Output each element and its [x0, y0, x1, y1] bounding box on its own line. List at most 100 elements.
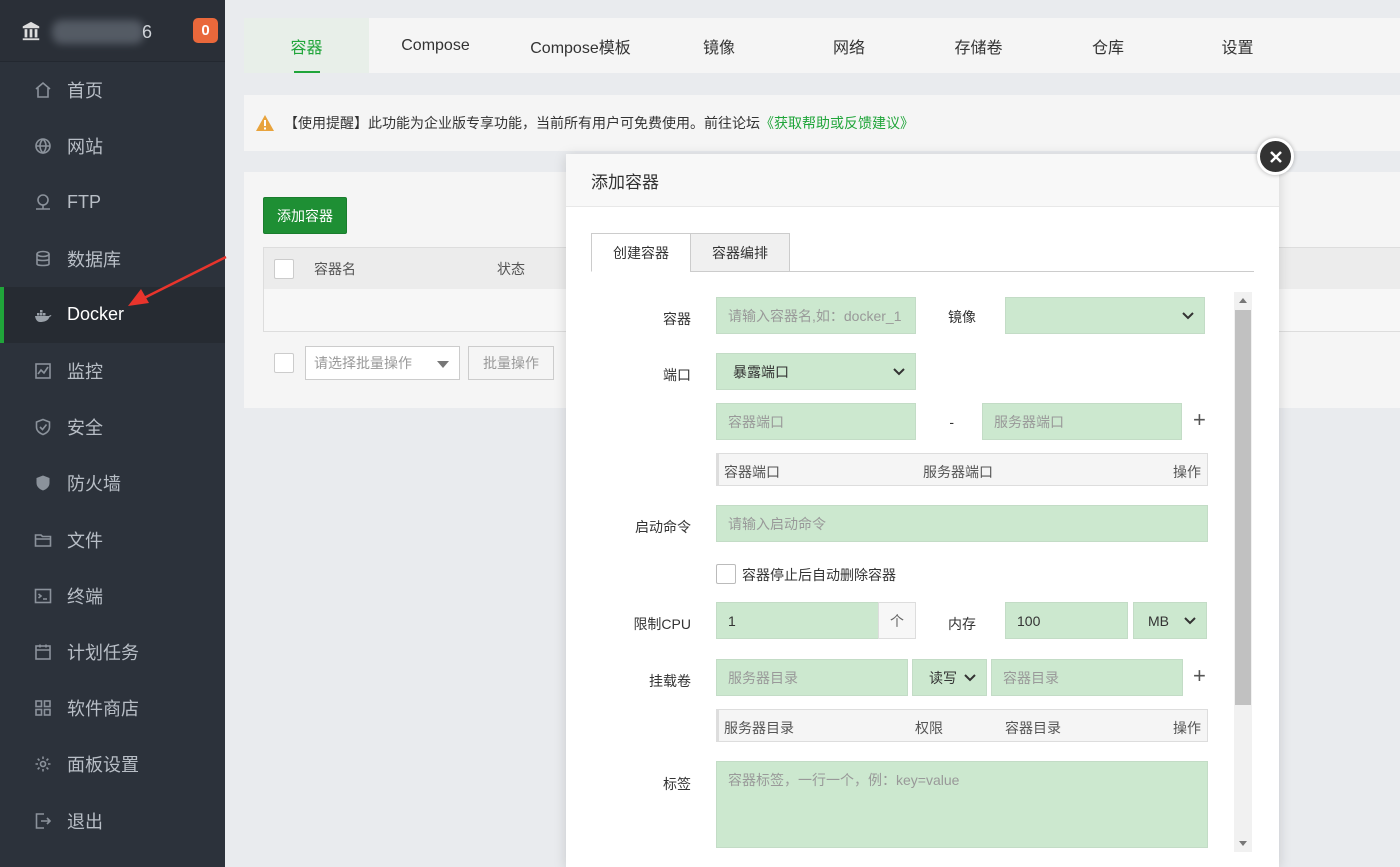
memory-label: 内存: [948, 616, 976, 632]
port-mode-select[interactable]: 暴露端口: [716, 353, 916, 390]
auto-remove-label: 容器停止后自动删除容器: [742, 567, 896, 583]
batch-bar: 请选择批量操作 批量操作: [274, 346, 554, 380]
sidebar-item-settings[interactable]: 面板设置: [0, 736, 225, 792]
permission-select[interactable]: 读写: [912, 659, 987, 696]
sidebar-item-label: 数据库: [67, 249, 121, 270]
calendar-icon: [35, 644, 51, 660]
sidebar-item-website[interactable]: 网站: [0, 118, 225, 174]
version-text: 6: [142, 22, 153, 42]
cpu-input[interactable]: 1: [716, 602, 879, 639]
usage-notice: 【使用提醒】此功能为企业版专享功能，当前所有用户可免费使用。前往论坛 《获取帮助…: [244, 95, 1400, 151]
scroll-down-arrow[interactable]: [1239, 841, 1247, 846]
tab-settings[interactable]: 设置: [1178, 18, 1297, 73]
tab-containers[interactable]: 容器: [244, 18, 369, 73]
sidebar-item-label: 监控: [67, 362, 103, 383]
sidebar-item-database[interactable]: 数据库: [0, 231, 225, 287]
sidebar-item-home[interactable]: 首页: [0, 62, 225, 118]
sidebar-item-monitor[interactable]: 监控: [0, 343, 225, 399]
dialog-title: 添加容器: [566, 154, 1279, 207]
terminal-icon: [34, 588, 52, 604]
sidebar-item-label: FTP: [67, 191, 101, 212]
sidebar-item-label: Docker: [67, 304, 125, 325]
sidebar-item-label: 文件: [67, 530, 103, 551]
tag-textarea[interactable]: 容器标签，一行一个，例：key=value: [716, 761, 1208, 848]
add-port-button[interactable]: +: [1193, 409, 1206, 431]
mount-table-header: 服务器目录 权限 容器目录 操作: [716, 709, 1208, 742]
command-label: 启动命令: [635, 519, 691, 535]
brand-header: 6 0: [0, 0, 225, 62]
sidebar-nav: 首页 网站 FTP 数据库 Docker 监控 安全 防火墙 文件 终端 计划任…: [0, 62, 225, 849]
sidebar-item-label: 面板设置: [67, 755, 139, 776]
port-label: 端口: [663, 367, 691, 383]
scroll-up-arrow[interactable]: [1239, 298, 1247, 303]
sidebar-item-terminal[interactable]: 终端: [0, 568, 225, 624]
column-status[interactable]: 状态: [497, 259, 525, 279]
port-mode-value: 暴露端口: [733, 363, 789, 380]
monitor-icon: [35, 363, 51, 379]
panel-logo-icon: [20, 20, 42, 42]
tab-create-container[interactable]: 创建容器: [591, 233, 691, 272]
sidebar-item-firewall[interactable]: 防火墙: [0, 455, 225, 511]
notification-badge[interactable]: 0: [193, 18, 218, 43]
dialog-scrollbar[interactable]: [1234, 292, 1252, 852]
tab-container-orchestration[interactable]: 容器编排: [690, 233, 790, 272]
tab-images[interactable]: 镜像: [659, 18, 779, 73]
mount-table-col-action: 操作: [1173, 720, 1201, 736]
folder-icon: [34, 533, 52, 547]
sidebar-item-docker[interactable]: Docker: [0, 286, 225, 344]
auto-remove-checkbox[interactable]: [716, 564, 736, 584]
mount-table-col-container: 容器目录: [1005, 720, 1061, 736]
tab-compose-template[interactable]: Compose模板: [502, 18, 659, 73]
server-port-input[interactable]: 服务器端口: [982, 403, 1182, 440]
sidebar-item-ftp[interactable]: FTP: [0, 174, 225, 230]
port-table-col-server: 服务器端口: [923, 464, 993, 480]
logout-icon: [35, 812, 52, 829]
image-select[interactable]: [1005, 297, 1205, 334]
close-dialog-button[interactable]: [1257, 138, 1294, 175]
sidebar-item-label: 计划任务: [67, 642, 139, 663]
tab-registry[interactable]: 仓库: [1038, 18, 1178, 73]
column-container-name[interactable]: 容器名: [314, 259, 356, 279]
globe-icon: [35, 138, 51, 155]
sidebar-item-label: 退出: [67, 811, 103, 832]
memory-unit-value: MB: [1148, 612, 1169, 629]
batch-operation-button[interactable]: 批量操作: [468, 346, 554, 380]
tab-volumes[interactable]: 存储卷: [919, 18, 1038, 73]
database-icon: [36, 250, 50, 266]
container-name-input[interactable]: 请输入容器名,如：docker_1: [716, 297, 916, 334]
memory-unit-select[interactable]: MB: [1133, 602, 1207, 639]
add-container-dialog: 添加容器 创建容器 容器编排 容器 请输入容器名,如：docker_1 镜像 端…: [566, 154, 1279, 867]
command-input[interactable]: 请输入启动命令: [716, 505, 1208, 542]
sidebar-item-files[interactable]: 文件: [0, 512, 225, 568]
memory-input[interactable]: 100: [1005, 602, 1128, 639]
batch-select-checkbox[interactable]: [274, 353, 294, 373]
select-all-checkbox[interactable]: [274, 258, 294, 279]
sidebar-item-logout[interactable]: 退出: [0, 792, 225, 848]
tag-label: 标签: [663, 776, 691, 792]
chevron-down-icon: [893, 368, 905, 376]
container-port-input[interactable]: 容器端口: [716, 403, 916, 440]
sidebar-item-label: 首页: [67, 81, 103, 102]
tab-compose[interactable]: Compose: [369, 18, 502, 73]
port-table-col-container: 容器端口: [724, 464, 780, 480]
scroll-thumb[interactable]: [1235, 310, 1251, 705]
container-label: 容器: [663, 311, 691, 327]
sidebar-item-label: 安全: [67, 418, 103, 439]
notice-text: 【使用提醒】此功能为企业版专享功能，当前所有用户可免费使用。前往论坛: [284, 115, 760, 131]
docker-icon: [35, 309, 52, 322]
help-feedback-link[interactable]: 《获取帮助或反馈建议》: [760, 113, 914, 133]
docker-tabs: 容器 Compose Compose模板 镜像 网络 存储卷 仓库 设置: [244, 18, 1400, 73]
batch-operation-select[interactable]: 请选择批量操作: [305, 346, 460, 380]
container-dir-input[interactable]: 容器目录: [991, 659, 1183, 696]
tab-network[interactable]: 网络: [779, 18, 919, 73]
server-dir-input[interactable]: 服务器目录: [716, 659, 908, 696]
sidebar-item-security[interactable]: 安全: [0, 399, 225, 455]
port-table-header: 容器端口 服务器端口 操作: [716, 453, 1208, 486]
shield-icon: [35, 418, 51, 436]
sidebar-item-store[interactable]: 软件商店: [0, 680, 225, 736]
add-container-button[interactable]: 添加容器: [263, 197, 347, 234]
sidebar-item-label: 终端: [67, 586, 103, 607]
warning-icon: [256, 115, 274, 131]
add-mount-button[interactable]: +: [1193, 665, 1206, 687]
sidebar-item-cron[interactable]: 计划任务: [0, 624, 225, 680]
